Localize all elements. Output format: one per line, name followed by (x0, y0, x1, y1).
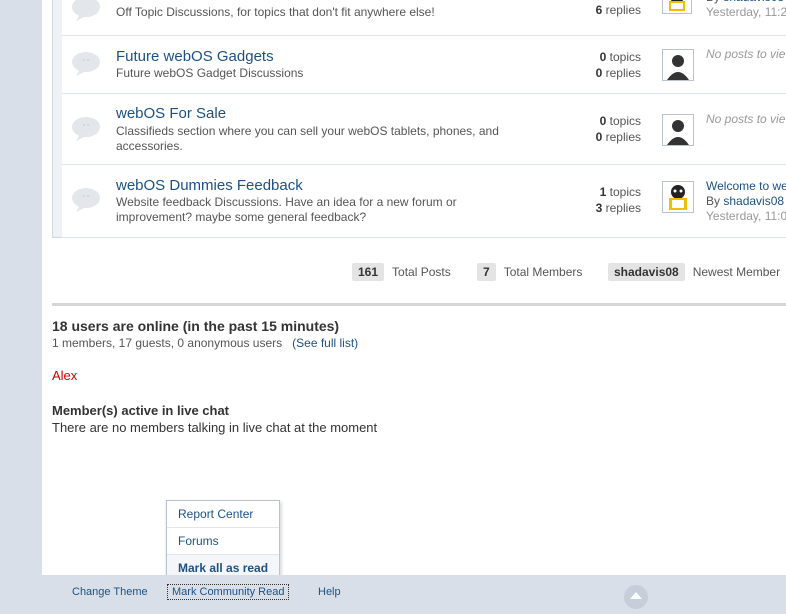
newest-member-link[interactable]: shadavis08 (608, 263, 685, 281)
last-post-by-prefix: By (706, 194, 721, 208)
default-avatar-icon (663, 50, 693, 80)
forum-title-link[interactable]: Future webOS Gadgets (116, 48, 274, 65)
forum-bubble-icon: ‘ ’ (72, 188, 100, 212)
no-posts-text: No posts to vie (706, 112, 786, 126)
forum-description: Off Topic Discussions, for topics that d… (116, 5, 435, 19)
default-avatar-icon (663, 115, 693, 145)
forum-row: ‘ ’ Future webOS Gadgets Future webOS Ga… (62, 36, 786, 94)
last-post-avatar[interactable] (662, 0, 692, 14)
last-post-user-link[interactable]: shadavis08 (723, 0, 784, 4)
online-users-heading: 18 users are online (in the past 15 minu… (52, 318, 340, 334)
forum-stats: 1 topics 3 replies (595, 185, 641, 215)
menu-item-forums[interactable]: Forums (167, 528, 279, 555)
live-chat-status: There are no members talking in live cha… (52, 420, 378, 435)
last-post-avatar (662, 114, 694, 146)
online-member-link[interactable]: Alex (52, 368, 77, 383)
online-users-summary: 1 members, 17 guests, 0 anonymous users … (52, 336, 359, 350)
footer-bar: Change Theme Mark Community Read Help (0, 575, 786, 609)
forum-row: ‘ ’ webOS For Sale Classifieds section w… (62, 94, 786, 165)
last-post-info: By shadavis08 Yesterday, 11:2 (706, 0, 786, 20)
back-to-top-button[interactable] (624, 585, 648, 609)
section-divider (52, 303, 786, 306)
forum-row: ‘ ’ webOS Dummies Feedback Website feedb… (62, 165, 786, 238)
forum-row: Off Topic Discussions, for topics that d… (62, 0, 786, 36)
no-posts-text: No posts to vie (706, 47, 786, 61)
last-post-date: Yesterday, 11:2 (706, 5, 786, 19)
help-link[interactable]: Help (318, 586, 341, 598)
svg-text:‘ ’: ‘ ’ (83, 194, 89, 203)
stat-total-posts: 161 Total Posts (352, 263, 451, 281)
user-avatar-icon (663, 182, 693, 212)
newest-member-label: Newest Member (692, 265, 781, 279)
stat-total-members: 7 Total Members (477, 263, 582, 281)
forum-title-link[interactable]: webOS For Sale (116, 105, 226, 122)
total-members-count: 7 (477, 263, 496, 281)
last-post-date: Yesterday, 11:0 (706, 209, 786, 223)
last-post-avatar[interactable] (662, 181, 694, 213)
mark-read-menu: Report Center Forums Mark all as read (166, 500, 280, 582)
total-posts-label: Total Posts (392, 265, 451, 279)
change-theme-link[interactable]: Change Theme (72, 586, 148, 598)
total-posts-count: 161 (352, 263, 385, 281)
last-post-by-prefix: By (706, 0, 720, 4)
forum-bubble-icon (72, 0, 100, 21)
forum-description: Classifieds section where you can sell y… (116, 124, 499, 153)
forum-stats: 0 topics 0 replies (595, 50, 641, 80)
forum-stats: 6 replies (595, 3, 641, 17)
forum-description: Website feedback Discussions. Have an id… (116, 195, 457, 224)
forum-title-link[interactable]: webOS Dummies Feedback (116, 177, 303, 194)
svg-text:‘ ’: ‘ ’ (83, 58, 89, 67)
user-avatar-icon (669, 0, 685, 11)
forum-description: Future webOS Gadget Discussions (116, 66, 304, 80)
svg-text:‘ ’: ‘ ’ (83, 123, 89, 132)
menu-item-report-center[interactable]: Report Center (167, 501, 279, 528)
total-members-label: Total Members (503, 265, 583, 279)
mark-community-read-link[interactable]: Mark Community Read (167, 584, 290, 600)
last-post-info: Welcome to we By shadavis08 Yesterday, 1… (706, 179, 786, 224)
live-chat-heading: Member(s) active in live chat (52, 403, 230, 418)
last-post-title-link[interactable]: Welcome to we (706, 179, 786, 194)
last-post-user-link[interactable]: shadavis08 (723, 194, 784, 208)
forum-stats: 0 topics 0 replies (595, 114, 641, 144)
stat-newest-member: shadavis08 Newest Member (608, 263, 780, 281)
forum-bubble-icon: ‘ ’ (72, 117, 100, 141)
arrow-up-icon (630, 592, 642, 599)
forum-bubble-icon: ‘ ’ (72, 52, 100, 76)
see-full-list-link[interactable]: (See full list) (292, 336, 358, 350)
last-post-avatar (662, 49, 694, 81)
